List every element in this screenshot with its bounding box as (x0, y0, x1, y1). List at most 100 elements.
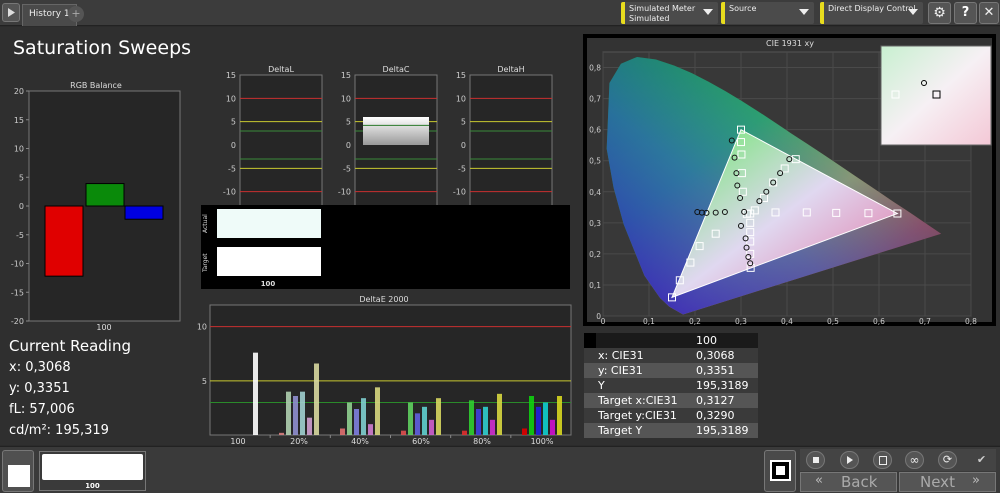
y-tick-label: -10 (11, 260, 24, 269)
y-tick-label: 10 (226, 94, 236, 103)
delta-bar (363, 117, 429, 145)
rgb-balance-title: RGB Balance (70, 81, 122, 90)
y-tick-label: 5 (231, 118, 236, 127)
x-tick-label: 20% (290, 437, 308, 445)
x-tick-label: 80% (473, 437, 491, 445)
table-cell-value: 0,3127 (696, 394, 735, 407)
delta-chart-title: DeltaL (268, 65, 294, 74)
x-tick-label: 0,8 (965, 317, 977, 326)
deltae-bar (408, 402, 413, 435)
y-tick-label: -10 (453, 188, 466, 197)
deltae-bar (300, 391, 305, 435)
patch-swatch-small (8, 465, 30, 487)
continuous-button[interactable]: ∞ (905, 451, 924, 469)
y-tick-label: 5 (202, 377, 207, 386)
y-tick-label: 0,8 (589, 64, 601, 73)
y-tick-label: -20 (11, 317, 24, 326)
y-tick-label: 0,6 (589, 126, 601, 135)
table-row: Target x:CIE31 0,3127 (584, 393, 758, 408)
patch-label: 100 (85, 482, 100, 490)
x-tick-label: 0,6 (873, 317, 885, 326)
meter-dropdown[interactable]: Simulated Meter Simulated (621, 2, 718, 24)
table-row: Target Y 195,3189 (584, 423, 758, 438)
reading-cd: cd/m²: 195,319 (9, 423, 109, 438)
table-cell-label: Target Y (598, 424, 643, 437)
read-button[interactable] (840, 451, 859, 469)
y-tick-label: 0 (346, 141, 351, 150)
table-cell-value: 195,3189 (696, 379, 749, 392)
cie-inset (880, 45, 992, 146)
x-tick-label: 0,2 (689, 317, 701, 326)
table-cell-label: y: CIE31 (598, 364, 643, 377)
y-tick-label: -5 (343, 164, 351, 173)
next-button[interactable]: Next » (899, 472, 996, 492)
deltae-bar (436, 398, 441, 435)
swatch-panel: Actual Target 100 (201, 205, 570, 289)
deltae-bar (361, 398, 366, 435)
rgb-bar (44, 205, 84, 277)
deltae-bar (368, 424, 373, 435)
delta-chart-frame (469, 74, 553, 216)
next-arrow-icon: » (972, 473, 980, 488)
refresh-icon: ⟳ (942, 453, 953, 466)
y-tick-label: 0 (231, 141, 236, 150)
table-row: y: CIE31 0,3351 (584, 363, 758, 378)
refresh-button[interactable]: ⟳ (938, 451, 957, 469)
deltae-bar (286, 391, 291, 435)
current-reading-panel: Current Reading x: 0,3068 y: 0,3351 fL: … (9, 337, 131, 441)
close-button[interactable]: ✕ (979, 2, 999, 24)
reading-fl: fL: 57,006 (9, 402, 75, 417)
patch-swatch (42, 454, 143, 480)
save-button[interactable] (873, 451, 892, 469)
deltae-bar (536, 406, 541, 435)
y-tick-label: 15 (226, 71, 236, 80)
deltae-bar (401, 430, 406, 435)
reading-y: y: 0,3351 (9, 381, 70, 396)
rgb-category-label: 100 (96, 323, 111, 332)
floppy-icon (879, 456, 887, 465)
settings-button[interactable]: ⚙ (928, 2, 951, 24)
table-cell-label: Target x:CIE31 (598, 394, 678, 407)
deltae-bar (354, 409, 359, 435)
chevron-down-icon (908, 9, 918, 15)
chevron-down-icon (799, 9, 809, 15)
table-cell-label: Target y:CIE31 (598, 409, 677, 422)
deltae-bar (529, 396, 534, 435)
next-label: Next (920, 473, 955, 491)
y-tick-label: 10 (14, 145, 24, 154)
deltae-bar (293, 396, 298, 435)
y-tick-label: 0,7 (589, 95, 601, 104)
y-tick-label: 10 (456, 94, 466, 103)
help-button[interactable]: ? (954, 2, 977, 24)
y-tick-label: -10 (223, 188, 236, 197)
y-tick-label: -5 (228, 164, 236, 173)
check-icon: ✔ (976, 453, 987, 466)
meter-value: Simulated (629, 14, 670, 23)
y-tick-label: -5 (16, 231, 24, 240)
patch-item[interactable]: 100 (39, 451, 146, 491)
y-tick-label: 10 (197, 323, 207, 332)
top-toolbar: History 1 + Simulated Meter Simulated So… (0, 0, 1000, 26)
stop-button[interactable] (806, 451, 825, 469)
confirm-button[interactable]: ✔ (972, 451, 991, 469)
y-tick-label: 0,3 (589, 219, 601, 228)
deltae-bar (497, 393, 502, 435)
chevron-down-icon (703, 9, 713, 15)
target-swatch (217, 247, 321, 276)
delta-chart-deltah: DeltaH151050-5-10-15100 (453, 65, 553, 226)
rgb-bar (124, 205, 164, 220)
source-dropdown[interactable]: Source (721, 2, 814, 24)
actual-label: Actual (202, 214, 209, 233)
add-tab-icon[interactable]: + (68, 6, 84, 22)
table-row: x: CIE31 0,3068 (584, 348, 758, 363)
stop-record-button[interactable] (764, 450, 796, 492)
deltae-bar (557, 396, 562, 435)
y-tick-label: -15 (11, 288, 24, 297)
play-icon[interactable] (2, 3, 20, 22)
x-tick-label: 0,4 (781, 317, 793, 326)
display-dropdown[interactable]: Direct Display Control (820, 2, 923, 24)
deltae-bar (490, 419, 495, 435)
back-button[interactable]: « Back (800, 472, 897, 492)
patch-preview-button[interactable] (2, 450, 34, 492)
y-tick-label: 0 (596, 312, 601, 321)
